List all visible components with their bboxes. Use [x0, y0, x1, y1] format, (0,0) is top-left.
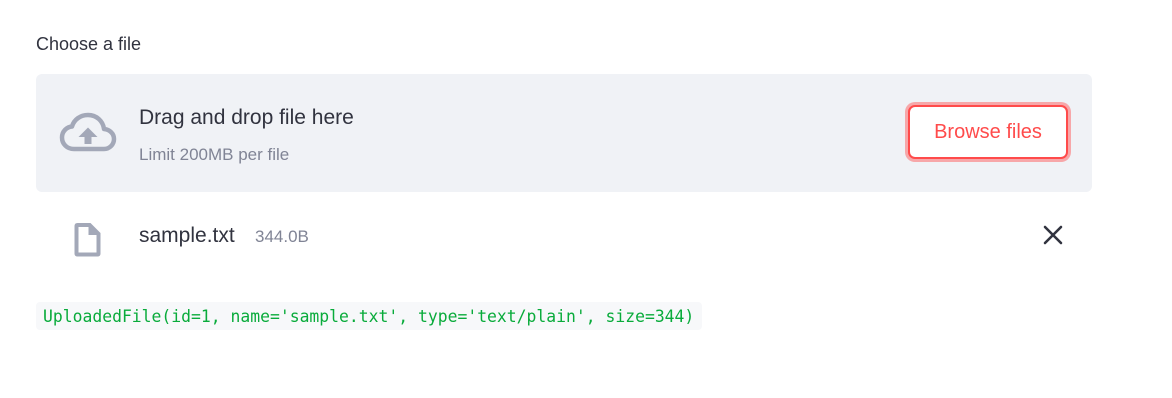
dropzone[interactable]: Drag and drop file here Limit 200MB per … [36, 74, 1092, 192]
dropzone-title: Drag and drop file here [139, 106, 354, 129]
dropzone-limit-text: Limit 200MB per file [139, 145, 290, 164]
delete-file-button[interactable] [1040, 222, 1066, 248]
browse-files-button[interactable]: Browse files [908, 105, 1068, 159]
close-icon [1040, 225, 1066, 251]
uploaded-file-row: sample.txt 344.0B [36, 210, 1092, 262]
cloud-upload-icon [59, 112, 117, 154]
uploaded-file-name: sample.txt [139, 224, 235, 247]
uploader-label: Choose a file [36, 34, 142, 54]
file-icon [73, 222, 103, 258]
uploaded-file-output: UploadedFile(id=1, name='sample.txt', ty… [36, 302, 703, 330]
uploaded-file-size: 344.0B [255, 227, 309, 246]
